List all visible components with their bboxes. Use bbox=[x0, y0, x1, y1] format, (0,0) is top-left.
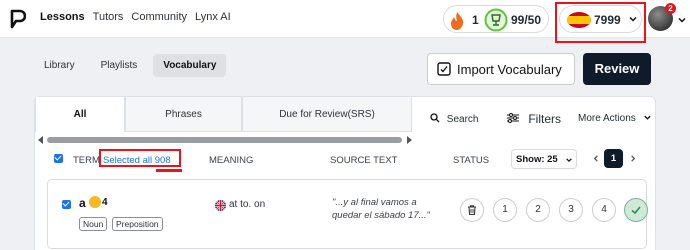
source-text: "...y al final vamos a quedar el sábado … bbox=[332, 197, 430, 221]
selection-annotation bbox=[99, 149, 181, 167]
trash-icon bbox=[468, 205, 476, 216]
select-all-checkbox[interactable] bbox=[54, 154, 63, 163]
filters-button[interactable]: Filters bbox=[507, 112, 567, 126]
header-status: STATUS bbox=[453, 155, 490, 166]
status-level-3[interactable]: 3 bbox=[559, 198, 583, 222]
logo-icon[interactable] bbox=[8, 9, 26, 29]
row-checkbox[interactable] bbox=[62, 200, 71, 209]
vocabulary-tabs: All Phrases Due for Review(SRS) bbox=[35, 97, 412, 132]
import-vocabulary-button[interactable]: Import Vocabulary bbox=[427, 53, 575, 85]
underline-annotation bbox=[156, 169, 182, 172]
notification-badge: 2 bbox=[665, 3, 676, 14]
tag-preposition: Preposition bbox=[112, 217, 163, 231]
nav-links: Lessons Tutors Community Lynx AI bbox=[40, 11, 231, 23]
table-row: a 4 Noun Preposition at to. on "...y al … bbox=[47, 179, 648, 249]
scroll-left-icon[interactable] bbox=[37, 135, 45, 145]
tab-phrases[interactable]: Phrases bbox=[125, 97, 242, 132]
review-button[interactable]: Review bbox=[583, 53, 651, 85]
vocabulary-card: All Phrases Due for Review(SRS) Search F… bbox=[34, 96, 656, 250]
nav-tutors[interactable]: Tutors bbox=[93, 11, 124, 23]
header-source-text: SOURCE TEXT bbox=[330, 155, 398, 166]
delete-button[interactable] bbox=[460, 198, 484, 222]
scrollbar-thumb[interactable] bbox=[47, 137, 402, 143]
status-level-4[interactable]: 4 bbox=[592, 198, 616, 222]
subtab-library[interactable]: Library bbox=[34, 54, 85, 77]
page-size-label: Show: 25 bbox=[516, 154, 558, 165]
meaning-text: at to. on bbox=[229, 199, 266, 210]
term-count: 4 bbox=[102, 197, 108, 208]
streak-count: 1 bbox=[472, 13, 479, 27]
tab-all[interactable]: All bbox=[35, 97, 125, 132]
coin-icon bbox=[89, 196, 101, 208]
status-level-1[interactable]: 1 bbox=[493, 198, 517, 222]
page-size-select[interactable]: Show: 25 bbox=[511, 149, 577, 169]
horizontal-scrollbar[interactable] bbox=[37, 134, 413, 144]
stats-pill[interactable]: 1 99/50 bbox=[443, 5, 549, 33]
term-text[interactable]: a bbox=[79, 196, 86, 210]
daily-goal-text: 99/50 bbox=[511, 13, 542, 27]
search-icon bbox=[430, 113, 440, 123]
chevron-left-icon[interactable] bbox=[592, 154, 600, 163]
uk-flag-icon bbox=[215, 200, 226, 211]
chevron-right-icon[interactable] bbox=[629, 154, 637, 163]
current-page[interactable]: 1 bbox=[604, 149, 623, 168]
filters-label: Filters bbox=[528, 112, 562, 126]
subtab-vocabulary[interactable]: Vocabulary bbox=[153, 54, 227, 77]
import-vocabulary-label: Import Vocabulary bbox=[457, 62, 562, 77]
status-level-2[interactable]: 2 bbox=[526, 198, 550, 222]
tag-noun: Noun bbox=[79, 217, 108, 231]
search-button[interactable]: Search bbox=[430, 113, 490, 125]
top-nav: Lessons Tutors Community Lynx AI 1 99/50… bbox=[0, 0, 690, 43]
header-term: TERM bbox=[73, 155, 100, 166]
nav-lynx-ai[interactable]: Lynx AI bbox=[195, 11, 231, 23]
chevron-down-icon bbox=[566, 158, 572, 163]
more-actions-button[interactable]: More Actions bbox=[578, 113, 668, 124]
known-button[interactable] bbox=[624, 198, 648, 222]
scroll-right-icon[interactable] bbox=[405, 135, 413, 145]
highlight-annotation bbox=[555, 2, 646, 43]
library-subtabs: Library Playlists Vocabulary bbox=[34, 54, 227, 77]
import-icon bbox=[437, 62, 451, 76]
subtab-playlists[interactable]: Playlists bbox=[91, 54, 148, 77]
nav-lessons[interactable]: Lessons bbox=[40, 11, 85, 23]
check-icon bbox=[631, 206, 641, 215]
chevron-down-icon bbox=[643, 115, 651, 120]
flame-icon bbox=[451, 12, 464, 30]
filter-icon bbox=[507, 113, 519, 123]
nav-community[interactable]: Community bbox=[131, 11, 187, 23]
tab-due-for-review[interactable]: Due for Review(SRS) bbox=[242, 97, 412, 132]
daily-goal-icon bbox=[484, 8, 508, 32]
more-actions-label: More Actions bbox=[578, 113, 636, 124]
search-label: Search bbox=[446, 114, 479, 125]
chevron-down-icon[interactable] bbox=[677, 15, 687, 25]
header-meaning: MEANING bbox=[209, 155, 254, 166]
